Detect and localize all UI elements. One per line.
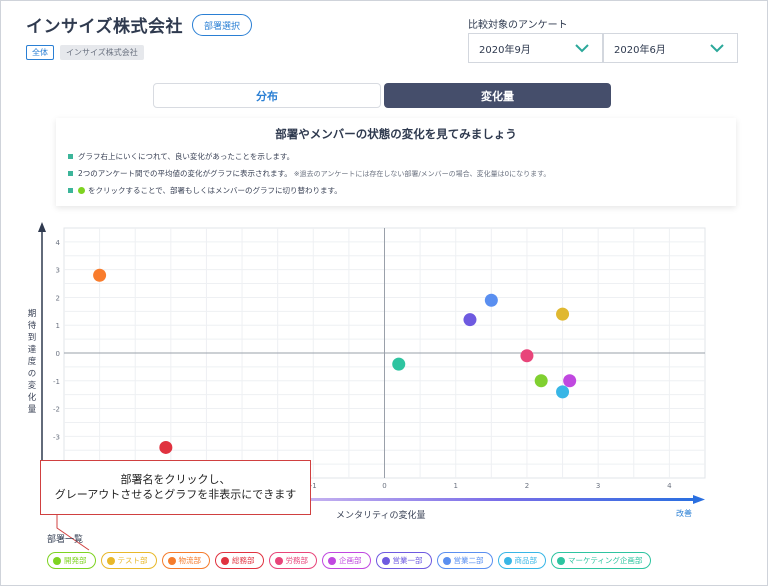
dept-chip-label: 開発部 [64,556,87,565]
info-line-1: グラフ右上にいくにつれて、良い変化があったことを示します。 [68,151,294,162]
info-line-3-text: をクリックすることで、部署もしくはメンバーのグラフに切り替わります。 [88,186,342,195]
dept-chip[interactable]: 営業一部 [375,552,432,569]
page-title: インサイズ株式会社 [26,17,183,37]
data-point [556,307,570,321]
dept-color-dot-icon [557,556,565,565]
bullet-icon [68,154,73,159]
y-tick-label: 2 [56,294,60,302]
info-line-3: をクリックすることで、部署もしくはメンバーのグラフに切り替わります。 [68,185,342,196]
green-dot-icon [78,187,85,194]
y-tick-label: -2 [53,406,60,414]
tab-distribution[interactable]: 分布 [153,83,381,108]
dept-chip[interactable]: テスト部 [100,552,157,569]
dept-color-dot-icon [328,556,336,565]
dept-chip-label: 商品部 [514,556,538,565]
dept-color-dot-icon [381,556,390,565]
x-tick-label: 2 [525,482,529,490]
tag-company[interactable]: インサイズ株式会社 [60,45,144,60]
dept-chip-label: 営業二部 [453,556,484,565]
dept-chip[interactable]: 労務部 [268,552,317,569]
dept-chip[interactable]: 営業二部 [436,552,493,569]
dept-select-button[interactable]: 部署選択 [192,14,252,36]
survey-select-previous-value: 2020年6月 [614,44,666,56]
chevron-down-icon [710,44,724,53]
dept-chip-list: 開発部 テスト部 物流部 総務部 労務部 企画部 営業一部 営業二部 商品部 マーケティング企画部 [47,552,652,569]
info-title: 部署やメンバーの状態の変化を見てみましょう [275,127,517,141]
bullet-icon [68,171,73,176]
x-tick-label: 3 [596,482,600,490]
info-panel: 部署やメンバーの状態の変化を見てみましょう グラフ右上にいくにつれて、良い変化が… [56,118,736,206]
dept-chip-label: 総務部 [232,556,255,565]
data-point [520,349,534,363]
x-axis-arrow-head [693,495,705,504]
survey-select-previous[interactable]: 2020年6月 [603,33,738,63]
x-tick-label: 0 [382,482,386,490]
y-tick-label: 4 [56,239,61,247]
info-line-2: 2つのアンケート間での平均値の変化がグラフに表示されます。 ※過去のアンケートに… [68,168,550,179]
dept-chip-label: マーケティング企画部 [568,556,643,565]
dept-color-dot-icon [221,556,229,565]
info-line-2-note: ※過去のアンケートには存在しない部署/メンバーの場合、変化量は0になります。 [293,169,551,178]
data-point [463,313,477,327]
dept-chip[interactable]: 商品部 [497,552,546,569]
chevron-down-icon [575,44,589,53]
data-point [556,385,570,399]
dept-color-dot-icon [442,556,451,565]
dept-color-dot-icon [106,556,115,565]
dept-chip-label: 企画部 [339,556,362,565]
x-axis-arrow-line [300,498,695,501]
y-tick-label: -1 [53,378,60,386]
dept-chip[interactable]: 開発部 [47,552,96,569]
data-point [93,268,107,282]
dept-color-dot-icon [274,556,283,565]
dept-chip-label: 労務部 [285,556,309,565]
dept-chip[interactable]: 総務部 [215,552,264,569]
dept-chip[interactable]: 企画部 [322,552,371,569]
data-point [563,374,577,388]
dept-chip[interactable]: 物流部 [161,552,210,569]
data-point [484,293,498,307]
data-point [534,374,548,388]
y-tick-label: 3 [56,267,60,275]
info-line-1-text: グラフ右上にいくにつれて、良い変化があったことを示します。 [78,152,295,161]
dept-chip[interactable]: マーケティング企画部 [551,552,652,569]
info-line-2-text: 2つのアンケート間での平均値の変化がグラフに表示されます。 [78,169,292,178]
data-point [392,357,406,371]
y-axis-arrow-head [38,222,46,232]
help-callout: 部署名をクリックし、 グレーアウトさせるとグラフを非表示にできます [40,460,311,515]
x-tick-label: 1 [453,482,457,490]
compare-label: 比較対象のアンケート [468,20,568,31]
data-point [159,440,173,454]
dept-list-label: 部署一覧 [47,535,84,545]
survey-select-current[interactable]: 2020年9月 [468,33,603,63]
x-tick-label: 4 [667,482,672,490]
callout-line-1: 部署名をクリックし、 [120,473,231,486]
dept-chip-label: 営業一部 [392,556,423,565]
improve-label: 改善 [676,509,692,518]
bullet-icon [68,188,73,193]
survey-select-current-value: 2020年9月 [479,44,531,56]
dept-chip-label: 物流部 [178,556,202,565]
x-axis-label: メンタリティの変化量 [336,511,426,521]
tab-change[interactable]: 変化量 [384,83,611,108]
y-tick-label: -3 [53,433,60,441]
tag-all[interactable]: 全体 [26,45,54,60]
dept-color-dot-icon [53,556,61,565]
y-tick-label: 1 [56,322,60,330]
dept-chip-label: テスト部 [117,556,148,565]
callout-line-2: グレーアウトさせるとグラフを非表示にできます [54,488,297,501]
dept-color-dot-icon [503,556,512,565]
dept-color-dot-icon [167,556,176,565]
y-tick-label: 0 [56,350,60,358]
y-axis-label: 期待到達度の変化量 [27,309,37,415]
